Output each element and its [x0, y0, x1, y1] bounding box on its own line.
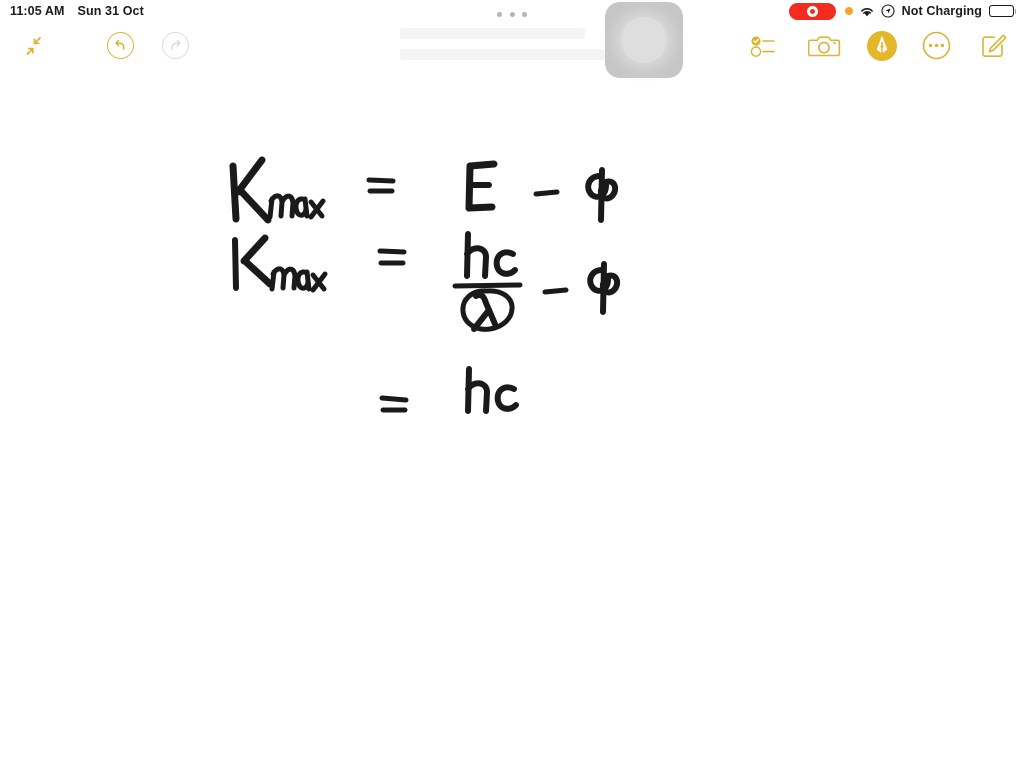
handwriting-line-3 — [379, 366, 519, 414]
collapse-icon — [26, 37, 41, 55]
status-bar-right: Not Charging — [788, 2, 1017, 20]
markup-pen-button[interactable] — [864, 28, 899, 63]
checklist-icon — [750, 36, 775, 57]
loading-spinner-icon — [621, 17, 667, 63]
location-services-icon — [881, 4, 895, 18]
orange-privacy-dot-icon — [844, 7, 853, 15]
battery-full-icon — [989, 5, 1017, 17]
battery-status-label: Not Charging — [901, 4, 982, 18]
status-time: 11:05 AM — [10, 4, 65, 18]
markup-pen-icon — [866, 30, 897, 61]
screen-recording-indicator[interactable] — [788, 2, 836, 20]
compose-button[interactable] — [977, 30, 1009, 62]
status-date: Sun 31 Oct — [77, 4, 144, 18]
status-bar: 11:05 AM Sun 31 Oct Not Charging — [0, 0, 1024, 22]
undo-button[interactable] — [106, 31, 135, 60]
more-options-button[interactable] — [921, 30, 952, 61]
recording-ring-icon — [806, 5, 818, 17]
wifi-icon — [860, 7, 873, 16]
redo-icon — [162, 32, 189, 59]
redo-button — [161, 31, 190, 60]
compose-icon — [982, 34, 1007, 57]
note-toolbar — [0, 22, 1024, 84]
undo-icon — [107, 32, 134, 59]
more-options-icon — [922, 31, 951, 60]
collapse-button[interactable] — [18, 30, 50, 62]
camera-icon — [807, 36, 840, 57]
checklist-button[interactable] — [748, 29, 782, 63]
status-bar-left: 11:05 AM Sun 31 Oct — [10, 4, 144, 18]
camera-button[interactable] — [806, 29, 842, 63]
note-canvas[interactable]: K_max = E - φ K_max = hc / λ - φ = hc — [0, 84, 1024, 768]
